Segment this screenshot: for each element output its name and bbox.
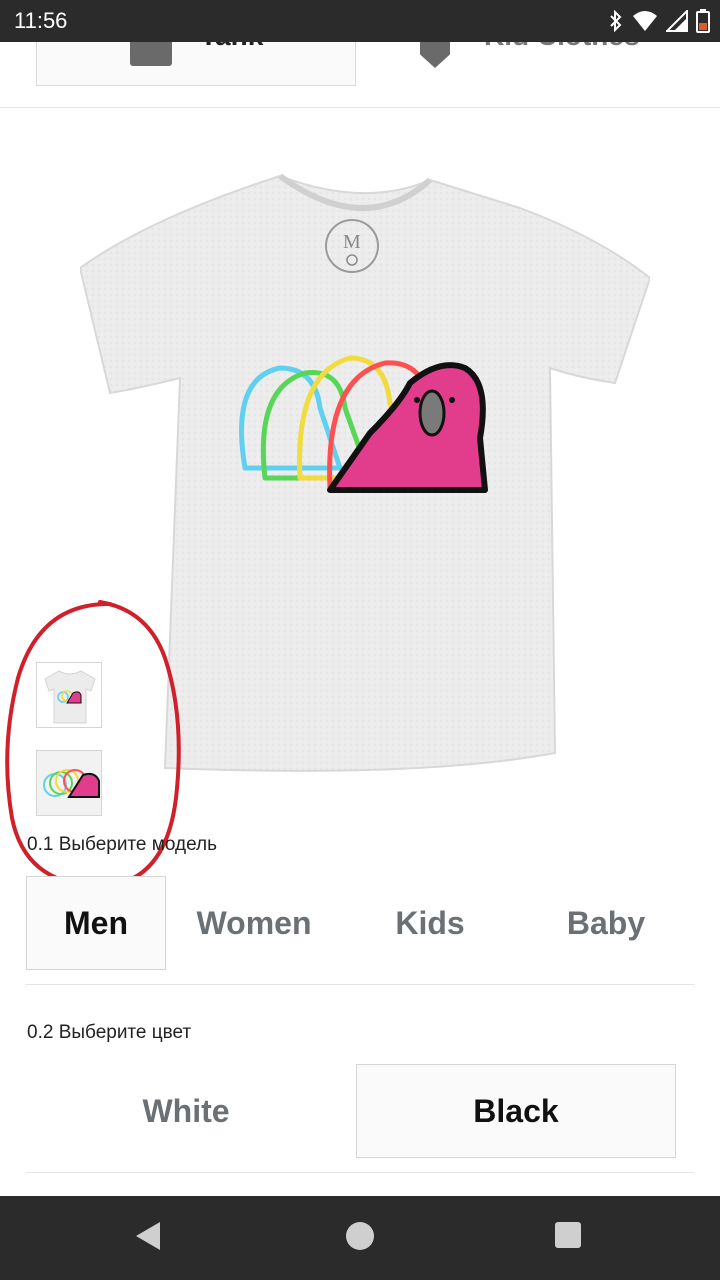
color-option-black[interactable]: Black xyxy=(355,1064,676,1158)
svg-text:M: M xyxy=(343,231,361,253)
model-option-women[interactable]: Women xyxy=(166,876,342,970)
recent-apps-icon[interactable] xyxy=(555,1222,581,1248)
color-step-label: 0.2 Выберите цвет xyxy=(27,1022,192,1043)
thumbnail-front[interactable] xyxy=(36,662,102,728)
model-option-kids[interactable]: Kids xyxy=(342,876,518,970)
status-time: 11:56 xyxy=(14,8,68,33)
status-bar: 11:56 xyxy=(0,0,720,42)
category-tank-card[interactable] xyxy=(36,42,356,86)
divider xyxy=(26,1172,694,1173)
category-tank-label: Tank xyxy=(200,42,263,52)
thumbnail-design[interactable] xyxy=(36,750,102,816)
model-option-men[interactable]: Men xyxy=(26,876,166,970)
model-selector: Men Women Kids Baby xyxy=(26,876,694,970)
home-icon[interactable] xyxy=(346,1222,374,1250)
category-kid-clothes-label[interactable]: Kid Clothes xyxy=(484,42,640,52)
navigation-bar xyxy=(0,1196,720,1280)
category-row: Tank Kid Clothes xyxy=(0,42,720,108)
model-option-baby[interactable]: Baby xyxy=(518,876,694,970)
wifi-icon xyxy=(632,10,658,37)
bluetooth-icon xyxy=(608,9,624,37)
status-icons xyxy=(608,8,710,38)
color-option-white[interactable]: White xyxy=(26,1064,346,1158)
color-selector: White Black xyxy=(26,1064,686,1158)
thumbnail-list xyxy=(36,662,102,838)
back-icon[interactable] xyxy=(136,1222,160,1250)
product-image-area: M xyxy=(0,108,720,828)
battery-icon xyxy=(696,9,710,38)
kid-clothes-icon xyxy=(420,42,450,68)
signal-icon xyxy=(664,8,688,37)
product-tshirt-image[interactable]: M xyxy=(80,168,650,788)
divider xyxy=(26,984,694,985)
tank-icon xyxy=(130,42,172,66)
model-step-label: 0.1 Выберите модель xyxy=(27,834,217,855)
